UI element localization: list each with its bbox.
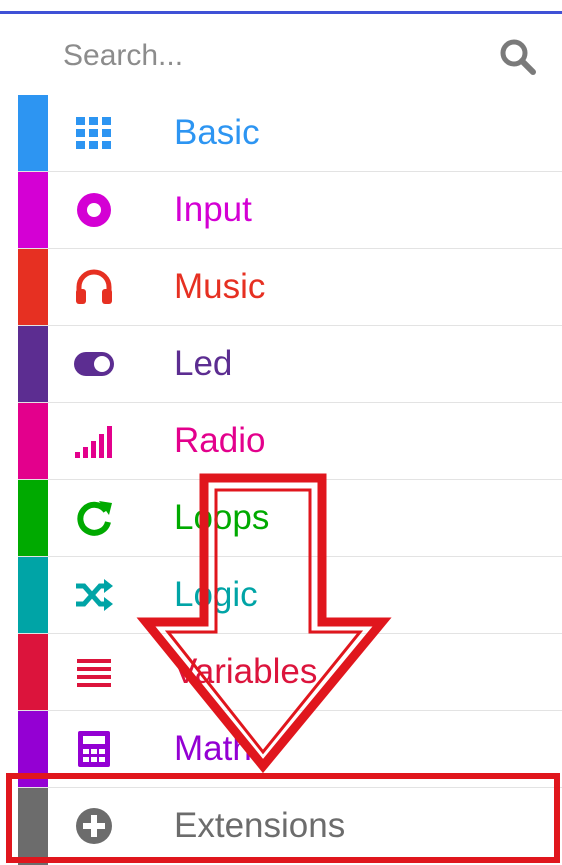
category-label: Music bbox=[174, 267, 266, 306]
toggle-icon bbox=[74, 352, 114, 376]
category-color-bar bbox=[18, 249, 48, 325]
headphones-icon bbox=[76, 269, 112, 304]
signal-bars-icon bbox=[75, 426, 112, 458]
category-input[interactable]: Input bbox=[18, 172, 562, 249]
grid-icon bbox=[76, 117, 111, 149]
plus-circle-icon bbox=[76, 808, 112, 844]
category-label: Extensions bbox=[174, 806, 346, 845]
search-icon[interactable] bbox=[498, 37, 538, 77]
calculator-icon bbox=[78, 731, 110, 767]
category-color-bar bbox=[18, 172, 48, 248]
category-label: Input bbox=[174, 190, 252, 229]
category-music[interactable]: Music bbox=[18, 249, 562, 326]
category-radio[interactable]: Radio bbox=[18, 403, 562, 480]
category-label: Math bbox=[174, 729, 252, 768]
category-label: Basic bbox=[174, 113, 260, 152]
category-label: Variables bbox=[174, 652, 318, 691]
category-color-bar bbox=[18, 403, 48, 479]
category-extensions[interactable]: Extensions bbox=[18, 788, 562, 865]
category-logic[interactable]: Logic bbox=[18, 557, 562, 634]
refresh-icon bbox=[77, 501, 112, 536]
category-color-bar bbox=[18, 480, 48, 556]
category-color-bar bbox=[18, 711, 48, 787]
category-color-bar bbox=[18, 634, 48, 710]
category-color-bar bbox=[18, 788, 48, 865]
category-label: Radio bbox=[174, 421, 266, 460]
category-variables[interactable]: Variables bbox=[18, 634, 562, 711]
search-box[interactable]: Search... bbox=[18, 17, 562, 95]
category-color-bar bbox=[18, 557, 48, 633]
left-gutter bbox=[0, 14, 18, 865]
list-lines-icon bbox=[77, 659, 111, 687]
category-loops[interactable]: Loops bbox=[18, 480, 562, 557]
search-input[interactable]: Search... bbox=[63, 39, 183, 73]
category-label: Logic bbox=[174, 575, 258, 614]
top-accent-border bbox=[0, 0, 562, 14]
category-color-bar bbox=[18, 95, 48, 171]
category-label: Led bbox=[174, 344, 233, 383]
category-basic[interactable]: Basic bbox=[18, 95, 562, 172]
shuffle-icon bbox=[76, 579, 113, 611]
category-label: Loops bbox=[174, 498, 270, 537]
target-icon bbox=[77, 193, 111, 227]
category-led[interactable]: Led bbox=[18, 326, 562, 403]
category-math[interactable]: Math bbox=[18, 711, 562, 788]
category-color-bar bbox=[18, 326, 48, 402]
